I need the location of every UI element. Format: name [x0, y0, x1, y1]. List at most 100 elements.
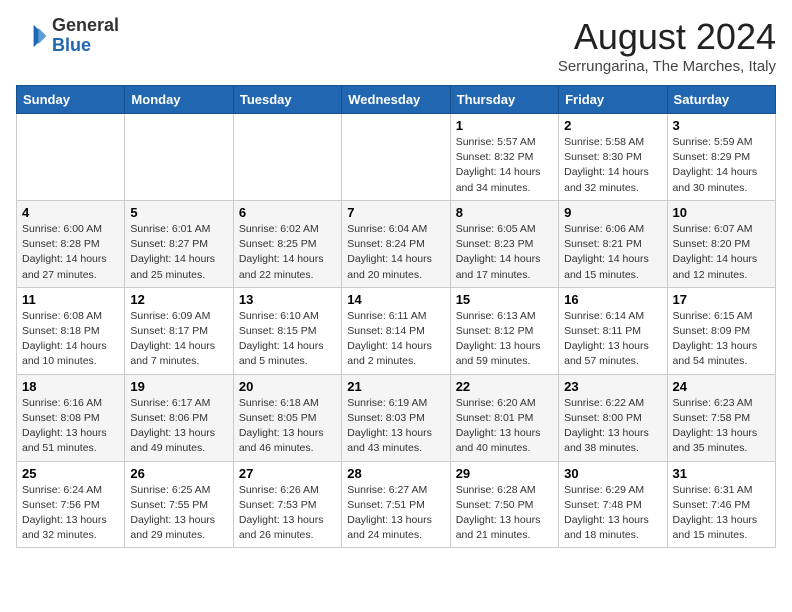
header: General Blue August 2024 Serrungarina, T…	[16, 16, 776, 75]
day-info: Sunrise: 6:09 AM Sunset: 8:17 PM Dayligh…	[130, 309, 227, 370]
day-number: 27	[239, 466, 336, 481]
day-info: Sunrise: 6:02 AM Sunset: 8:25 PM Dayligh…	[239, 222, 336, 283]
day-number: 28	[347, 466, 444, 481]
day-number: 24	[673, 379, 770, 394]
day-number: 5	[130, 205, 227, 220]
calendar-cell: 17Sunrise: 6:15 AM Sunset: 8:09 PM Dayli…	[667, 287, 775, 374]
day-number: 16	[564, 292, 661, 307]
day-info: Sunrise: 6:31 AM Sunset: 7:46 PM Dayligh…	[673, 483, 770, 544]
calendar-cell: 31 Sunrise: 6:31 AM Sunset: 7:46 PM Dayli…	[667, 461, 775, 548]
day-info: Sunrise: 6:18 AM Sunset: 8:05 PM Dayligh…	[239, 396, 336, 457]
calendar-cell: 29 Sunrise: 6:28 AM Sunset: 7:50 PM Dayli…	[450, 461, 558, 548]
calendar-cell: 22 Sunrise: 6:20 AM Sunset: 8:01 PM Dayli…	[450, 374, 558, 461]
day-number: 2	[564, 118, 661, 133]
calendar-cell: 21Sunrise: 6:19 AM Sunset: 8:03 PM Dayli…	[342, 374, 450, 461]
day-info: Sunrise: 6:29 AM Sunset: 7:48 PM Dayligh…	[564, 483, 661, 544]
day-number: 19	[130, 379, 227, 394]
day-number: 21	[347, 379, 444, 394]
day-number: 4	[22, 205, 119, 220]
day-number: 25	[22, 466, 119, 481]
day-number: 23	[564, 379, 661, 394]
day-info: Sunrise: 6:23 AM Sunset: 7:58 PM Dayligh…	[673, 396, 770, 457]
calendar-cell: 13 Sunrise: 6:10 AM Sunset: 8:15 PM Dayli…	[233, 287, 341, 374]
day-number: 18	[22, 379, 119, 394]
logo: General Blue	[16, 16, 119, 56]
day-number: 6	[239, 205, 336, 220]
calendar-cell	[233, 114, 341, 201]
day-info: Sunrise: 6:06 AM Sunset: 8:21 PM Dayligh…	[564, 222, 661, 283]
day-number: 31	[673, 466, 770, 481]
day-info: Sunrise: 6:25 AM Sunset: 7:55 PM Dayligh…	[130, 483, 227, 544]
calendar-cell: 14 Sunrise: 6:11 AM Sunset: 8:14 PM Dayli…	[342, 287, 450, 374]
calendar-cell: 24 Sunrise: 6:23 AM Sunset: 7:58 PM Dayli…	[667, 374, 775, 461]
calendar-week: 18Sunrise: 6:16 AM Sunset: 8:08 PM Dayli…	[17, 374, 776, 461]
calendar-cell: 7Sunrise: 6:04 AM Sunset: 8:24 PM Daylig…	[342, 200, 450, 287]
calendar-cell	[125, 114, 233, 201]
day-number: 30	[564, 466, 661, 481]
day-number: 17	[673, 292, 770, 307]
day-number: 29	[456, 466, 553, 481]
day-number: 13	[239, 292, 336, 307]
day-number: 10	[673, 205, 770, 220]
header-day: Wednesday	[342, 86, 450, 114]
day-info: Sunrise: 6:20 AM Sunset: 8:01 PM Dayligh…	[456, 396, 553, 457]
header-day: Monday	[125, 86, 233, 114]
logo-blue: Blue	[52, 36, 119, 56]
calendar-cell: 20Sunrise: 6:18 AM Sunset: 8:05 PM Dayli…	[233, 374, 341, 461]
day-info: Sunrise: 6:08 AM Sunset: 8:18 PM Dayligh…	[22, 309, 119, 370]
calendar-cell: 18Sunrise: 6:16 AM Sunset: 8:08 PM Dayli…	[17, 374, 125, 461]
day-info: Sunrise: 6:14 AM Sunset: 8:11 PM Dayligh…	[564, 309, 661, 370]
day-info: Sunrise: 6:07 AM Sunset: 8:20 PM Dayligh…	[673, 222, 770, 283]
day-info: Sunrise: 6:13 AM Sunset: 8:12 PM Dayligh…	[456, 309, 553, 370]
day-info: Sunrise: 6:27 AM Sunset: 7:51 PM Dayligh…	[347, 483, 444, 544]
calendar-cell: 25Sunrise: 6:24 AM Sunset: 7:56 PM Dayli…	[17, 461, 125, 548]
calendar-cell: 4 Sunrise: 6:00 AM Sunset: 8:28 PM Daylig…	[17, 200, 125, 287]
subtitle: Serrungarina, The Marches, Italy	[558, 58, 776, 75]
calendar-cell: 16 Sunrise: 6:14 AM Sunset: 8:11 PM Dayli…	[559, 287, 667, 374]
month-title: August 2024	[558, 16, 776, 58]
day-info: Sunrise: 6:10 AM Sunset: 8:15 PM Dayligh…	[239, 309, 336, 370]
calendar-table: SundayMondayTuesdayWednesdayThursdayFrid…	[16, 85, 776, 548]
day-number: 8	[456, 205, 553, 220]
day-info: Sunrise: 5:59 AM Sunset: 8:29 PM Dayligh…	[673, 135, 770, 196]
day-info: Sunrise: 6:05 AM Sunset: 8:23 PM Dayligh…	[456, 222, 553, 283]
calendar-cell: 11 Sunrise: 6:08 AM Sunset: 8:18 PM Dayli…	[17, 287, 125, 374]
header-row: SundayMondayTuesdayWednesdayThursdayFrid…	[17, 86, 776, 114]
logo-text: General Blue	[52, 16, 119, 56]
day-number: 7	[347, 205, 444, 220]
day-info: Sunrise: 6:11 AM Sunset: 8:14 PM Dayligh…	[347, 309, 444, 370]
header-day: Tuesday	[233, 86, 341, 114]
calendar-week: 25Sunrise: 6:24 AM Sunset: 7:56 PM Dayli…	[17, 461, 776, 548]
calendar-cell: 6 Sunrise: 6:02 AM Sunset: 8:25 PM Daylig…	[233, 200, 341, 287]
calendar-body: 1Sunrise: 5:57 AM Sunset: 8:32 PM Daylig…	[17, 114, 776, 548]
title-area: August 2024 Serrungarina, The Marches, I…	[558, 16, 776, 75]
calendar-header: SundayMondayTuesdayWednesdayThursdayFrid…	[17, 86, 776, 114]
header-day: Thursday	[450, 86, 558, 114]
calendar-week: 1Sunrise: 5:57 AM Sunset: 8:32 PM Daylig…	[17, 114, 776, 201]
day-number: 12	[130, 292, 227, 307]
calendar-cell	[17, 114, 125, 201]
day-info: Sunrise: 6:28 AM Sunset: 7:50 PM Dayligh…	[456, 483, 553, 544]
day-number: 15	[456, 292, 553, 307]
day-number: 14	[347, 292, 444, 307]
calendar-week: 4 Sunrise: 6:00 AM Sunset: 8:28 PM Daylig…	[17, 200, 776, 287]
day-info: Sunrise: 6:17 AM Sunset: 8:06 PM Dayligh…	[130, 396, 227, 457]
calendar-cell: 27Sunrise: 6:26 AM Sunset: 7:53 PM Dayli…	[233, 461, 341, 548]
calendar-cell: 1Sunrise: 5:57 AM Sunset: 8:32 PM Daylig…	[450, 114, 558, 201]
calendar-cell: 5Sunrise: 6:01 AM Sunset: 8:27 PM Daylig…	[125, 200, 233, 287]
logo-icon	[16, 20, 48, 52]
calendar-cell: 30 Sunrise: 6:29 AM Sunset: 7:48 PM Dayli…	[559, 461, 667, 548]
day-info: Sunrise: 6:00 AM Sunset: 8:28 PM Dayligh…	[22, 222, 119, 283]
calendar-cell	[342, 114, 450, 201]
day-number: 9	[564, 205, 661, 220]
day-number: 22	[456, 379, 553, 394]
calendar-cell: 28 Sunrise: 6:27 AM Sunset: 7:51 PM Dayli…	[342, 461, 450, 548]
header-day: Saturday	[667, 86, 775, 114]
day-info: Sunrise: 5:58 AM Sunset: 8:30 PM Dayligh…	[564, 135, 661, 196]
calendar-cell: 3Sunrise: 5:59 AM Sunset: 8:29 PM Daylig…	[667, 114, 775, 201]
logo-general: General	[52, 16, 119, 36]
day-number: 11	[22, 292, 119, 307]
calendar-week: 11 Sunrise: 6:08 AM Sunset: 8:18 PM Dayli…	[17, 287, 776, 374]
calendar-cell: 19 Sunrise: 6:17 AM Sunset: 8:06 PM Dayli…	[125, 374, 233, 461]
header-day: Friday	[559, 86, 667, 114]
